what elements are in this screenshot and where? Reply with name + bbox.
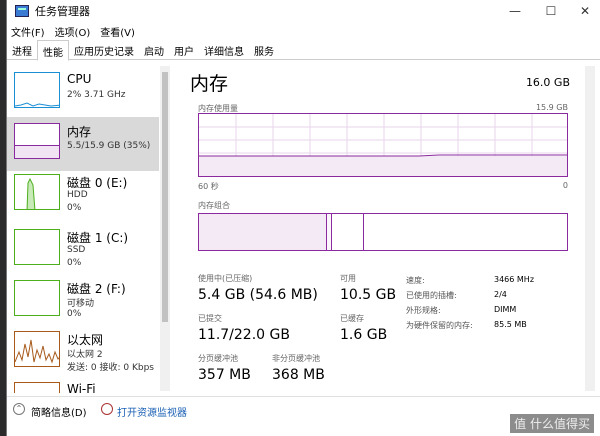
resource-list: CPU 2% 3.71 GHz 内存 5.5/15.9 GB (35%) 磁盘 … (7, 63, 159, 393)
sidebar-item-wifi[interactable]: Wi-Fi (7, 376, 159, 393)
speed-value: 3466 MHz (494, 275, 535, 284)
minimize-button[interactable]: — (497, 0, 533, 22)
tab-users[interactable]: 用户 (169, 40, 199, 60)
speed-label: 速度: (406, 276, 425, 285)
menu-bar: 文件(F) 选项(O) 查看(V) (7, 22, 600, 40)
sidebar-item-cpu[interactable]: CPU 2% 3.71 GHz (7, 66, 159, 120)
ethernet-thumbnail-graph (14, 331, 60, 367)
task-manager-window: 任务管理器 — ☐ ✕ 文件(F) 选项(O) 查看(V) 进程 性能 应用历史… (6, 0, 600, 436)
sidebar-item-detail: 2% 3.71 GHz (67, 90, 126, 100)
window-title: 任务管理器 (35, 5, 90, 18)
available-value: 10.5 GB (340, 287, 397, 303)
maximize-button[interactable]: ☐ (533, 0, 569, 22)
chevron-up-icon[interactable]: ⌃ (13, 403, 25, 415)
total-memory: 16.0 GB (525, 76, 570, 89)
paged-pool-value: 357 MB (198, 367, 251, 383)
tab-processes[interactable]: 进程 (7, 40, 37, 60)
committed-value: 11.7/22.0 GB (198, 327, 290, 343)
sidebar-item-disk-1[interactable]: 磁盘 1 (C:) SSD 0% (7, 223, 159, 277)
reserved-value: 85.5 MB (494, 320, 527, 329)
sidebar-item-label: 内存 (67, 125, 92, 139)
tab-bar: 进程 性能 应用历史记录 启动 用户 详细信息 服务 (7, 40, 600, 61)
page-title: 内存 (190, 73, 229, 95)
sidebar-item-usage: 0% (67, 309, 82, 319)
sidebar-item-memory[interactable]: 内存 5.5/15.9 GB (35%) (7, 117, 159, 171)
tab-startup[interactable]: 启动 (139, 40, 169, 60)
form-factor-value: DIMM (494, 305, 517, 314)
usage-graph-max: 15.9 GB (535, 103, 568, 112)
title-bar: 任务管理器 — ☐ ✕ (7, 0, 600, 22)
disk-2-thumbnail-graph (14, 280, 60, 316)
sidebar-item-label: 磁盘 1 (C:) (67, 231, 129, 245)
disk-1-thumbnail-graph (14, 229, 60, 265)
sidebar-item-disk-2[interactable]: 磁盘 2 (F:) 可移动 0% (7, 274, 159, 328)
in-use-segment (199, 214, 327, 250)
nonpaged-pool-label: 非分页缓冲池 (272, 354, 320, 363)
sidebar-scrollbar[interactable] (160, 66, 170, 391)
tab-details[interactable]: 详细信息 (199, 40, 249, 60)
form-factor-label: 外形规格: (406, 306, 441, 315)
cached-label: 已缓存 (340, 314, 364, 323)
usage-fill (199, 156, 567, 176)
open-resource-monitor-link[interactable]: 打开资源监视器 (117, 404, 187, 419)
composition-label: 内存组合 (198, 201, 230, 210)
sidebar-item-label: Wi-Fi (67, 382, 96, 393)
available-label: 可用 (340, 274, 356, 283)
sidebar-item-type: HDD (67, 190, 88, 200)
sidebar-item-ethernet[interactable]: 以太网 以太网 2 发送: 0 接收: 0 Kbps (7, 325, 159, 379)
menu-view[interactable]: 查看(V) (100, 24, 135, 39)
menu-file[interactable]: 文件(F) (11, 24, 45, 39)
tab-performance[interactable]: 性能 (37, 40, 69, 61)
task-manager-icon (15, 5, 29, 17)
watermark: 值 什么值得买 (510, 414, 594, 433)
sidebar-item-adapter: 以太网 2 (67, 350, 103, 360)
nonpaged-pool-value: 368 MB (272, 367, 325, 383)
in-use-value: 5.4 GB (54.6 MB) (198, 287, 318, 303)
sidebar-item-label: CPU (67, 72, 92, 86)
close-button[interactable]: ✕ (567, 0, 600, 22)
memory-usage-graph (198, 113, 568, 177)
committed-label: 已提交 (198, 314, 222, 323)
memory-composition-bar (198, 213, 568, 251)
tab-services[interactable]: 服务 (249, 40, 279, 60)
sidebar-item-usage: 0% (67, 203, 82, 213)
menu-options[interactable]: 选项(O) (55, 24, 91, 39)
disk-0-thumbnail-graph (14, 174, 60, 210)
sidebar-item-label: 以太网 (67, 333, 104, 347)
resource-monitor-icon (101, 403, 113, 415)
sidebar-item-usage: 0% (67, 258, 82, 268)
standby-segment (332, 214, 364, 250)
sidebar-item-label: 磁盘 2 (F:) (67, 282, 126, 296)
reserved-label: 为硬件保留的内存: (406, 321, 473, 330)
paged-pool-label: 分页缓冲池 (198, 354, 238, 363)
sidebar-item-type: SSD (67, 245, 86, 255)
cpu-thumbnail-graph (14, 72, 60, 108)
slots-label: 已使用的插槽: (406, 291, 457, 300)
graph-time-end: 0 (562, 181, 568, 190)
slots-value: 2/4 (494, 290, 507, 299)
memory-thumbnail-graph (14, 123, 60, 159)
in-use-label: 使用中(已压缩) (198, 274, 253, 283)
graph-time-start: 60 秒 (198, 182, 219, 191)
fewer-details-link[interactable]: 简略信息(D) (31, 404, 87, 419)
cached-value: 1.6 GB (340, 327, 388, 343)
sidebar-item-throughput: 发送: 0 接收: 0 Kbps (67, 363, 154, 373)
sidebar-item-type: 可移动 (67, 299, 95, 309)
scrollbar-thumb[interactable] (162, 72, 168, 322)
sidebar-item-detail: 5.5/15.9 GB (35%) (67, 141, 151, 151)
wifi-thumbnail-graph (14, 382, 60, 393)
sidebar-item-label: 磁盘 0 (E:) (67, 176, 128, 190)
sidebar-item-disk-0[interactable]: 磁盘 0 (E:) HDD 0% (7, 168, 159, 222)
main-scrollbar[interactable] (585, 66, 595, 391)
tab-app-history[interactable]: 应用历史记录 (69, 40, 139, 60)
